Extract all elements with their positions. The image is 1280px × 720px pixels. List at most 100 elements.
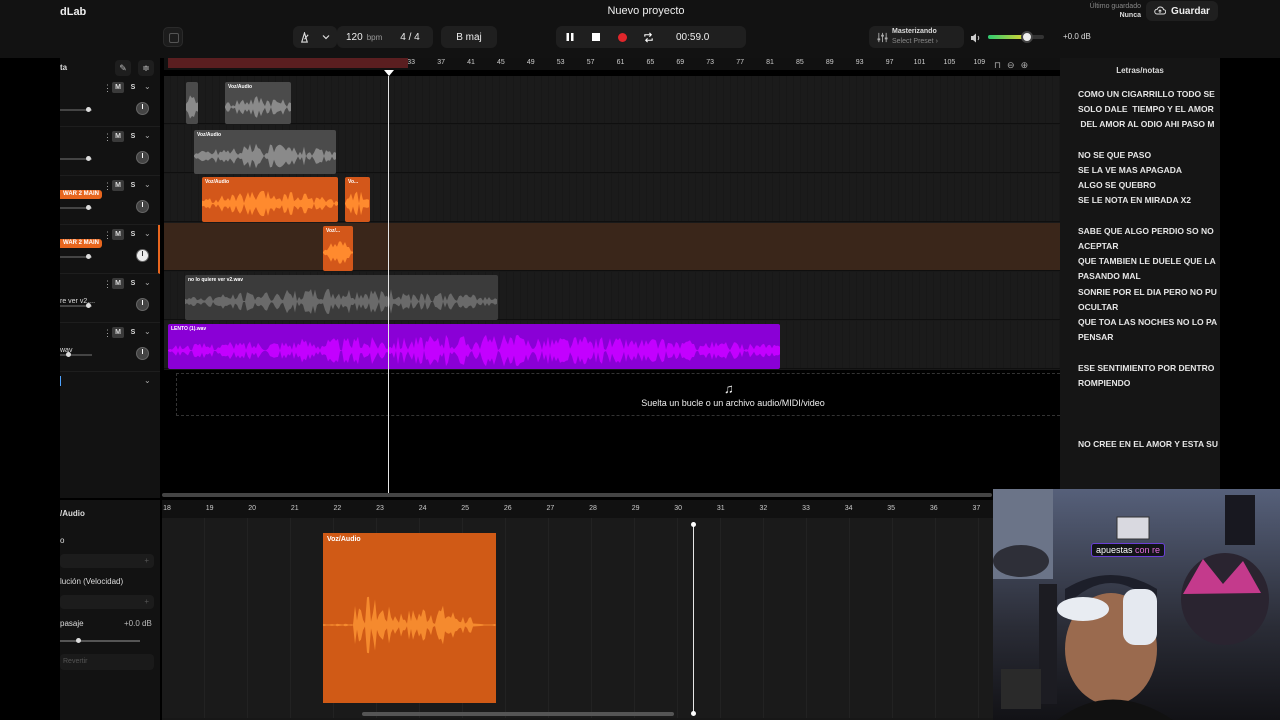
mute-button[interactable]: M bbox=[112, 180, 124, 191]
track-volume-slider[interactable] bbox=[60, 205, 92, 210]
track-volume-handle[interactable] bbox=[85, 205, 91, 210]
audio-clip[interactable]: Voz/... bbox=[323, 226, 353, 271]
field2-input[interactable]: + bbox=[60, 595, 154, 609]
chevron-down-icon[interactable] bbox=[316, 27, 336, 47]
chevron-down-icon[interactable]: ⌄ bbox=[144, 82, 151, 91]
pan-knob[interactable] bbox=[136, 249, 149, 262]
track-volume-slider[interactable] bbox=[60, 107, 92, 112]
track-lane[interactable]: Voz/Audio Vo... bbox=[164, 174, 1060, 222]
loop-icon[interactable] bbox=[638, 27, 658, 47]
playhead[interactable] bbox=[388, 76, 389, 496]
key-selector[interactable]: B maj bbox=[441, 26, 497, 48]
mute-button[interactable]: M bbox=[112, 229, 124, 240]
pause-icon[interactable] bbox=[560, 27, 580, 47]
clip-editor-playhead[interactable] bbox=[691, 522, 696, 716]
track-volume-slider[interactable] bbox=[60, 156, 92, 161]
track-header[interactable]: ⋮ M S ⌄ re ver v2.... bbox=[60, 274, 160, 323]
pan-knob[interactable] bbox=[136, 102, 149, 115]
loop-region[interactable] bbox=[168, 58, 408, 68]
track-lane[interactable]: Voz/Audio bbox=[164, 125, 1060, 174]
pan-knob[interactable] bbox=[136, 200, 149, 213]
audio-clip[interactable]: Voz/Audio bbox=[225, 82, 291, 124]
panel-toggle-button[interactable] bbox=[163, 27, 183, 47]
drop-zone[interactable] bbox=[176, 373, 1060, 416]
track-lane[interactable]: Voz/Audio bbox=[164, 76, 1060, 124]
track-volume-slider[interactable] bbox=[60, 303, 92, 308]
track-volume-slider[interactable] bbox=[60, 352, 92, 357]
clip-editor-clip[interactable]: Voz/Audio bbox=[323, 533, 496, 703]
mute-button[interactable]: M bbox=[112, 327, 124, 338]
clip-editor-scrollbar[interactable] bbox=[362, 712, 674, 716]
save-button[interactable]: Guardar bbox=[1146, 1, 1218, 21]
audio-clip[interactable] bbox=[186, 82, 198, 124]
master-volume-slider[interactable] bbox=[988, 31, 1044, 43]
effect-badge[interactable]: WAR 2 MAIN bbox=[60, 239, 102, 248]
audio-clip[interactable]: no lo quiere ver v2.wav bbox=[185, 275, 498, 320]
chevron-down-icon[interactable]: ⌄ bbox=[144, 327, 151, 336]
track-volume-slider[interactable] bbox=[60, 254, 92, 259]
plus-icon[interactable]: + bbox=[144, 556, 149, 565]
tempo-control[interactable]: 120 bpm 4 / 4 bbox=[337, 26, 433, 48]
mute-button[interactable]: M bbox=[112, 278, 124, 289]
lyrics-text[interactable]: COMO UN CIGARRILLO TODO SE SOLO DALE TIE… bbox=[1078, 87, 1220, 490]
track-volume-handle[interactable] bbox=[66, 352, 71, 357]
track-lane[interactable]: Voz/... bbox=[164, 223, 1060, 271]
speaker-icon[interactable] bbox=[970, 31, 982, 49]
mute-button[interactable]: M bbox=[112, 82, 124, 93]
track-volume-handle[interactable] bbox=[85, 107, 91, 112]
record-icon[interactable] bbox=[612, 27, 632, 47]
solo-button[interactable]: S bbox=[127, 131, 139, 142]
audio-clip[interactable]: Vo... bbox=[345, 177, 370, 222]
track-header[interactable]: ⋮ M S ⌄ WAR 2 MAIN bbox=[60, 225, 160, 274]
project-title[interactable]: Nuevo proyecto bbox=[560, 5, 732, 17]
chevron-down-icon[interactable]: ⌄ bbox=[144, 180, 151, 189]
transpose-slider[interactable] bbox=[60, 638, 140, 643]
more-options-icon[interactable]: ⋮ bbox=[103, 83, 112, 94]
chevron-down-icon[interactable]: ⌄ bbox=[144, 278, 151, 287]
metronome-icon[interactable] bbox=[294, 27, 314, 47]
track-volume-handle[interactable] bbox=[85, 156, 91, 161]
audio-clip[interactable]: Voz/Audio bbox=[194, 130, 336, 174]
mute-button[interactable]: M bbox=[112, 131, 124, 142]
horizontal-scrollbar[interactable] bbox=[162, 493, 992, 497]
more-options-icon[interactable]: ⋮ bbox=[103, 328, 112, 339]
effect-badge[interactable]: WAR 2 MAIN bbox=[60, 190, 102, 199]
more-options-icon[interactable]: ⋮ bbox=[103, 279, 112, 290]
track-header[interactable]: ⋮ M S ⌄ bbox=[60, 127, 160, 176]
clip-editor-ruler[interactable]: 18 19 20 21 22 23 24 25 26 27 28 29 30 31 32 33 34 35 36 37 bbox=[162, 500, 994, 518]
pan-knob[interactable] bbox=[136, 151, 149, 164]
chevron-down-icon[interactable]: ⌄ bbox=[144, 376, 151, 385]
magnet-icon[interactable]: ⊓ bbox=[994, 60, 1001, 76]
more-options-icon[interactable]: ⋮ bbox=[103, 181, 112, 192]
transpose-slider-handle[interactable] bbox=[76, 638, 81, 643]
pencil-icon[interactable]: ✎ bbox=[115, 60, 131, 76]
audio-clip[interactable]: LENTO (1).wav bbox=[168, 324, 780, 369]
field1-input[interactable]: + bbox=[60, 554, 154, 568]
track-lane[interactable]: no lo quiere ver v2.wav bbox=[164, 272, 1060, 320]
solo-button[interactable]: S bbox=[127, 82, 139, 93]
stop-icon[interactable] bbox=[586, 27, 606, 47]
chevron-down-icon[interactable]: ⌄ bbox=[144, 229, 151, 238]
more-options-icon[interactable]: ⋮ bbox=[103, 132, 112, 143]
settings-sliders-icon[interactable]: ≑ bbox=[138, 60, 154, 76]
master-volume-handle[interactable] bbox=[1021, 31, 1034, 43]
audio-clip[interactable]: Voz/Audio bbox=[202, 177, 338, 222]
pan-knob[interactable] bbox=[136, 298, 149, 311]
playhead-marker[interactable] bbox=[384, 70, 394, 76]
revert-button[interactable]: Revertir bbox=[60, 654, 154, 670]
solo-button[interactable]: S bbox=[127, 180, 139, 191]
mastering-preset[interactable]: Select Preset › bbox=[892, 38, 938, 45]
plus-icon[interactable]: + bbox=[144, 597, 149, 606]
solo-button[interactable]: S bbox=[127, 229, 139, 240]
track-lane[interactable]: LENTO (1).wav bbox=[164, 321, 1060, 369]
pan-knob[interactable] bbox=[136, 347, 149, 360]
track-header[interactable]: ⋮ M S ⌄ WAR 2 MAIN bbox=[60, 176, 160, 225]
tempo-value[interactable]: 120 bbox=[346, 32, 363, 43]
solo-button[interactable]: S bbox=[127, 327, 139, 338]
track-volume-handle[interactable] bbox=[85, 254, 91, 259]
clip-editor[interactable]: 18 19 20 21 22 23 24 25 26 27 28 29 30 31 32 33 34 35 36 37… bbox=[162, 500, 994, 720]
zoom-out-icon[interactable]: ⊖ bbox=[1007, 60, 1015, 76]
more-options-icon[interactable]: ⋮ bbox=[103, 230, 112, 241]
arrangement-view[interactable]: Voz/Audio Voz/Audio Voz/Audio Vo... Voz/... n… bbox=[164, 76, 1060, 370]
track-header[interactable]: ⋮ M S ⌄ wav bbox=[60, 323, 160, 372]
